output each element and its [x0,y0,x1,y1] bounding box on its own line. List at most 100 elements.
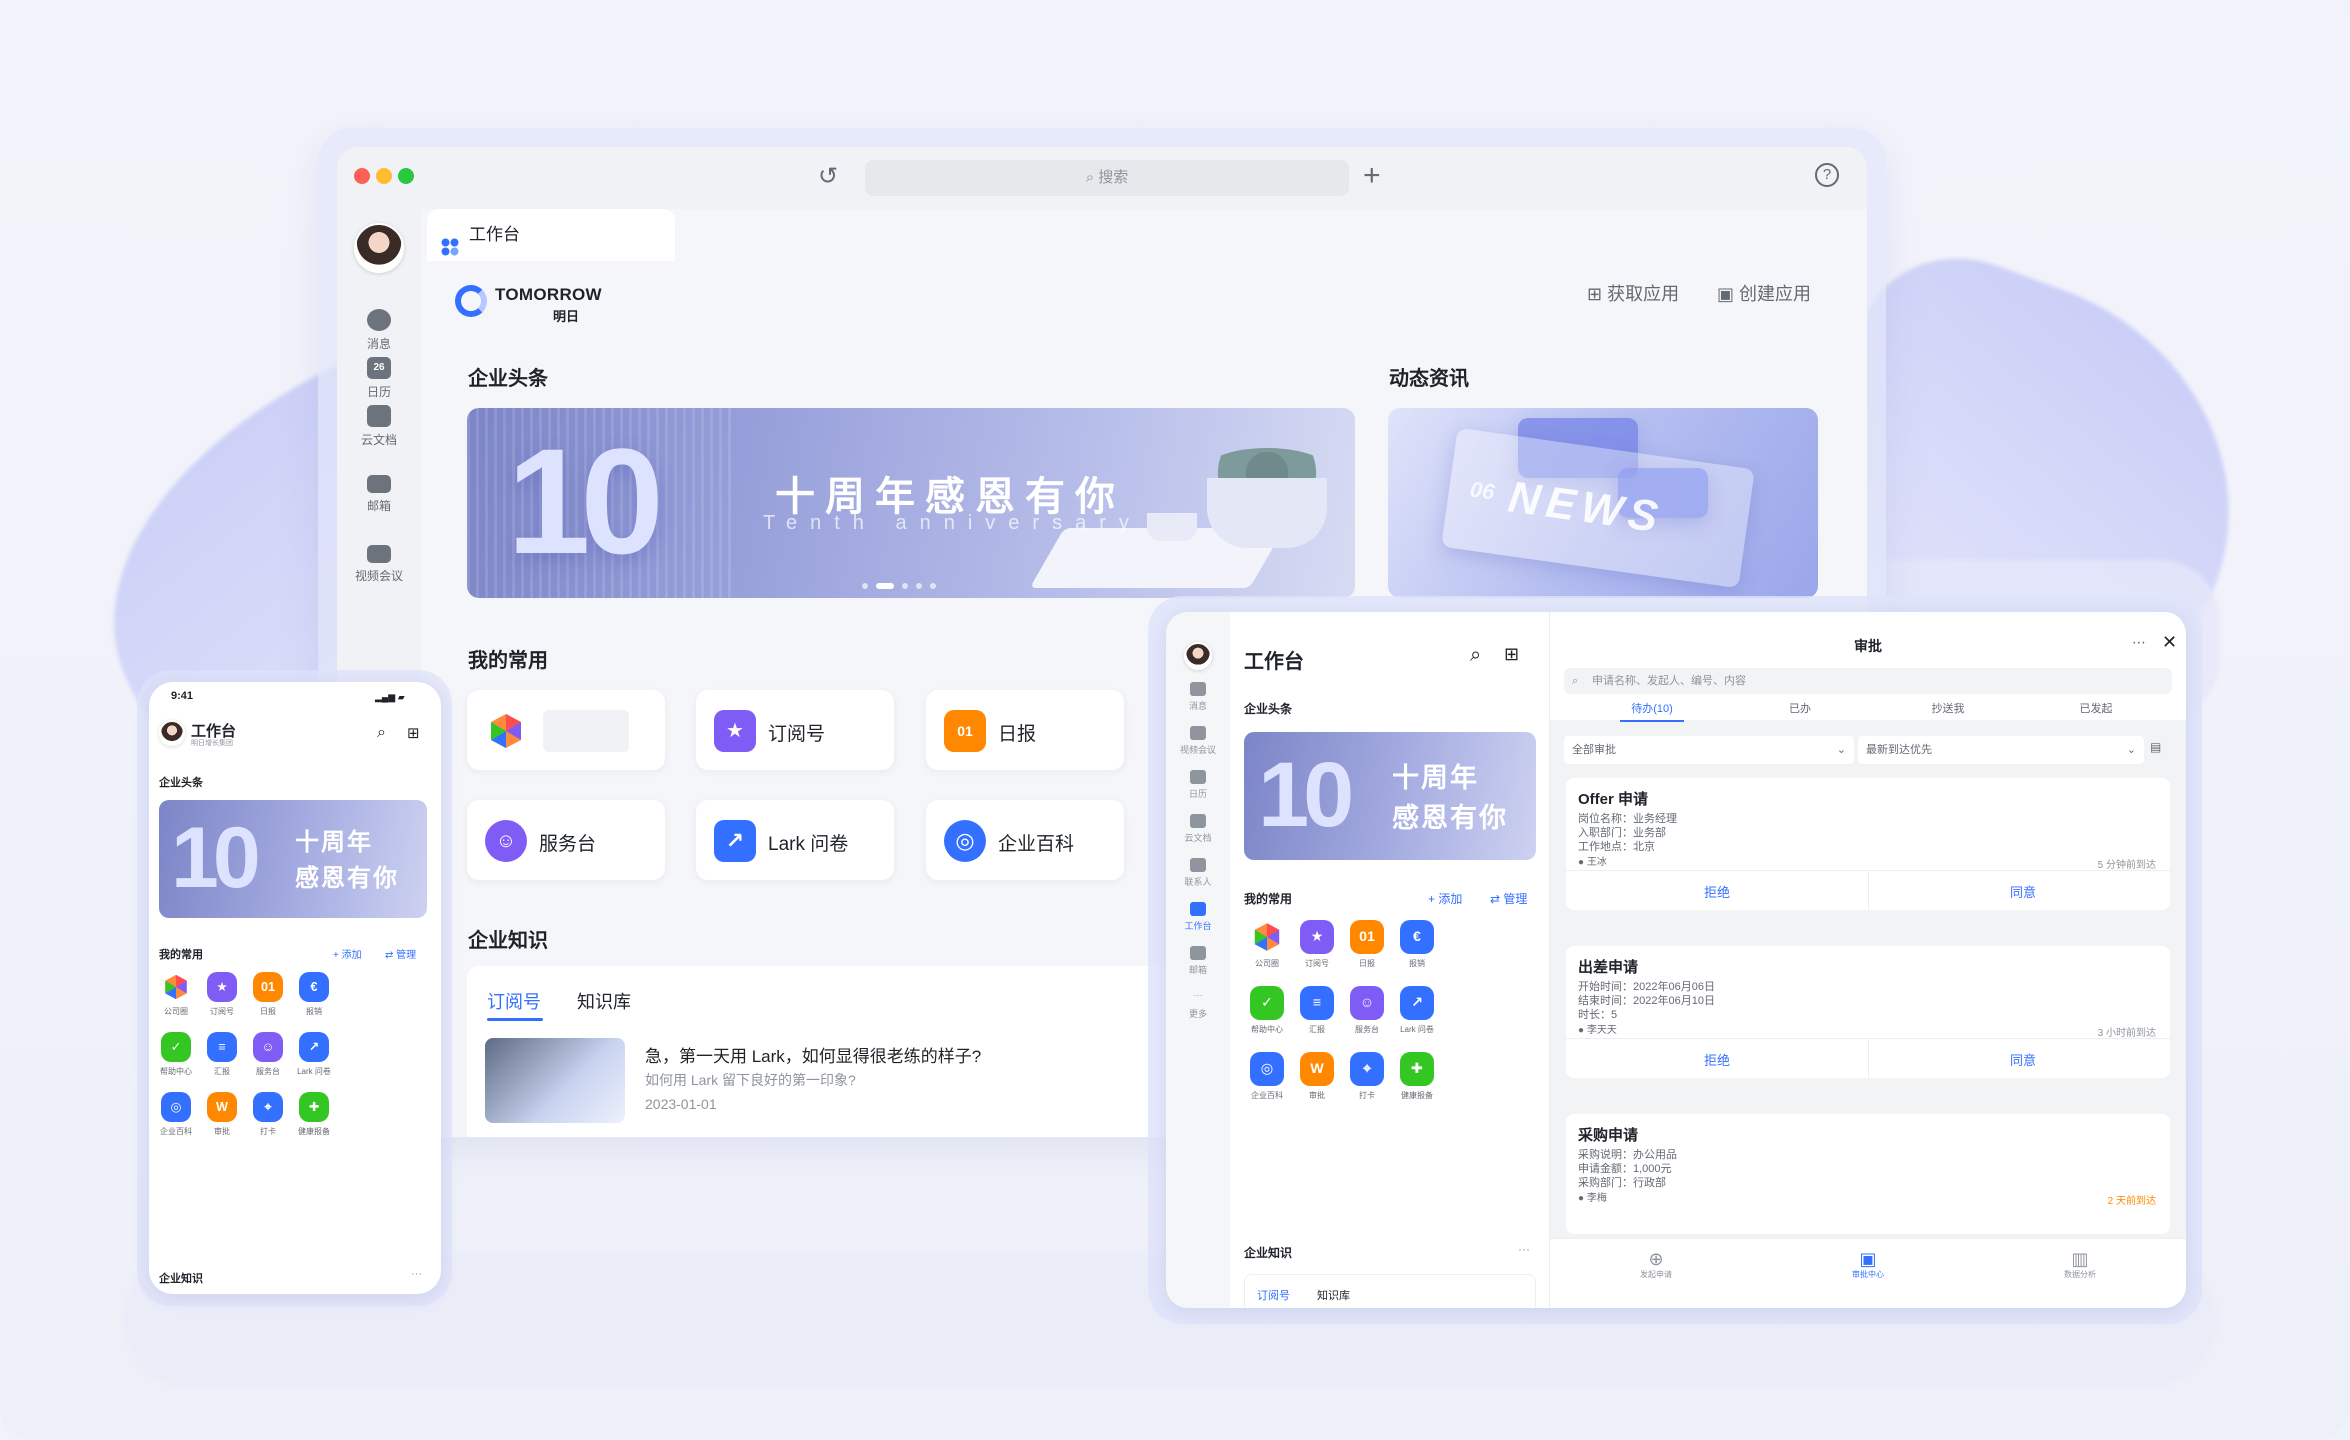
report-icon[interactable]: ≡ [207,1032,237,1062]
approval-tab[interactable]: 已办 [1750,700,1850,716]
tablet-nav-item[interactable]: ··· 更多 [1166,990,1230,1020]
tablet-tab-knowledge-base[interactable]: 知识库 [1317,1287,1350,1303]
app-card-service-desk[interactable]: ☺ 服务台 [467,800,665,880]
user-avatar[interactable] [354,223,404,273]
headline-banner[interactable]: 10 十周年感恩有你 Tenth anniversary [467,408,1355,598]
banner-pager[interactable] [862,583,936,589]
phone-add-button[interactable]: + 添加 [333,946,362,961]
global-search-input[interactable]: ⌕ 搜索 [865,160,1349,196]
nav-item-messages[interactable]: 消息 [337,309,421,352]
tablet-nav-item[interactable]: 视频会议 [1166,726,1230,756]
tablet-nav-item[interactable]: 邮箱 [1166,946,1230,976]
news-banner[interactable]: 06 NEWS [1388,408,1818,598]
tablet-nav-item[interactable]: 日历 [1166,770,1230,800]
nav-item-docs[interactable]: 云文档 [337,405,421,448]
help-center-icon[interactable]: ✓ [1250,986,1284,1020]
tablet-nav-item[interactable]: 云文档 [1166,814,1230,844]
article-thumbnail[interactable] [485,1038,625,1123]
tablet-banner[interactable]: 10 十周年 感恩有你 [1244,732,1536,860]
reject-button[interactable]: 拒绝 [1704,882,1730,901]
app-card-survey[interactable]: ↗ Lark 问卷 [696,800,894,880]
approval-tab[interactable]: 已发起 [2046,700,2146,716]
nav-item-mail[interactable]: 邮箱 [337,475,421,514]
wiki-icon[interactable]: ◎ [1250,1052,1284,1086]
agree-button[interactable]: 同意 [2010,1050,2036,1069]
survey-icon[interactable]: ↗ [1400,986,1434,1020]
tablet-add-button[interactable]: + 添加 [1428,890,1462,907]
check-in-icon[interactable]: ⌖ [253,1092,283,1122]
subscription-icon[interactable]: ★ [1300,920,1334,954]
approval-tab[interactable]: 待办(10) [1602,700,1702,716]
nav-item-video[interactable]: 视频会议 [337,545,421,584]
tablet-nav-item[interactable]: 工作台 [1166,902,1230,932]
article-title[interactable]: 急，第一天用 Lark，如何显得很老练的样子? [645,1042,981,1067]
approval-tab[interactable]: 抄送我 [1898,700,1998,716]
phone-banner[interactable]: 10 十周年 感恩有你 [159,800,427,918]
service-desk-icon[interactable]: ☺ [253,1032,283,1062]
health-report-icon[interactable]: ✚ [299,1092,329,1122]
survey-icon[interactable]: ↗ [299,1032,329,1062]
tab-knowledge-base[interactable]: 知识库 [577,988,631,1014]
tablet-manage-button[interactable]: ⇄ 管理 [1490,890,1527,907]
nav-item-calendar[interactable]: 26 日历 [337,357,421,400]
banner-pot [1207,478,1327,548]
bottom-tab[interactable]: ⊕ 发起申请 [1616,1249,1696,1280]
logo-text-en: TOMORROW [495,285,602,304]
tablet-avatar[interactable] [1184,642,1212,670]
company-circle-icon[interactable] [1250,920,1284,954]
daily-report-icon[interactable]: 01 [253,972,283,1002]
filter-icon[interactable]: ▤ [2150,740,2168,758]
app-card-hexagon[interactable] [467,690,665,770]
approval-search-input[interactable]: ⌕ 申请名称、发起人、编号、内容 [1564,668,2172,694]
expense-icon[interactable]: € [299,972,329,1002]
plus-icon[interactable]: + [1363,161,1381,191]
help-icon[interactable]: ? [1815,163,1839,187]
wiki-icon[interactable]: ◎ [161,1092,191,1122]
more-icon[interactable]: ··· [411,1268,422,1280]
daily-report-icon[interactable]: 01 [1350,920,1384,954]
search-icon[interactable]: ⌕ [1470,644,1481,667]
service-desk-icon[interactable]: ☺ [1350,986,1384,1020]
approval-card[interactable]: Offer 申请 岗位名称：业务经理 入职部门：业务部 工作地点：北京 ● 王冰 5 分钟… [1566,778,2170,910]
close-icon[interactable]: ✕ [2162,632,2177,653]
tablet-tab-subscription[interactable]: 订阅号 [1257,1287,1290,1303]
app-card-wiki[interactable]: ◎ 企业百科 [926,800,1124,880]
more-icon[interactable]: ⋯ [2132,634,2146,651]
approval-card[interactable]: 采购申请 采购说明：办公用品 申请金额：1,000元 采购部门：行政部 ● 李梅 2 天前… [1566,1114,2170,1234]
subscription-icon[interactable]: ★ [207,972,237,1002]
tablet-nav-item[interactable]: 消息 [1166,682,1230,712]
tab-subscription[interactable]: 订阅号 [487,988,541,1014]
approval-icon[interactable]: W [1300,1052,1334,1086]
history-icon[interactable]: ↺ [818,165,838,189]
minimize-window-button[interactable] [376,168,392,184]
health-report-icon[interactable]: ✚ [1400,1052,1434,1086]
bottom-tab[interactable]: ▣ 审批中心 [1828,1249,1908,1280]
app-card-subscription[interactable]: ★ 订阅号 [696,690,894,770]
approval-type-select[interactable]: 全部审批 ⌄ [1564,736,1854,764]
check-in-icon[interactable]: ⌖ [1350,1052,1384,1086]
approval-icon[interactable]: W [207,1092,237,1122]
company-circle-icon[interactable] [161,972,191,1002]
tablet-nav-item[interactable]: 联系人 [1166,858,1230,888]
tab-workbench[interactable]: 工作台 [427,209,675,261]
service-desk-icon: ☺ [485,820,527,862]
approval-card[interactable]: 出差申请 开始时间：2022年06月06日 结束时间：2022年06月10日 时长：5… [1566,946,2170,1078]
close-window-button[interactable] [354,168,370,184]
expense-icon[interactable]: € [1400,920,1434,954]
report-icon[interactable]: ≡ [1300,986,1334,1020]
reject-button[interactable]: 拒绝 [1704,1050,1730,1069]
apps-grid-icon[interactable]: ⊞ [407,724,420,742]
app-card-daily-report[interactable]: 01 日报 [926,690,1124,770]
create-app-button[interactable]: ▣ 创建应用 [1717,280,1811,306]
search-icon[interactable]: ⌕ [377,724,386,742]
more-icon[interactable]: ··· [1518,1242,1530,1256]
approval-sort-select[interactable]: 最新到达优先 ⌄ [1858,736,2144,764]
get-app-button[interactable]: ⊞ 获取应用 [1587,280,1679,306]
maximize-window-button[interactable] [398,168,414,184]
apps-grid-icon[interactable]: ⊞ [1504,644,1519,665]
agree-button[interactable]: 同意 [2010,882,2036,901]
phone-avatar[interactable] [159,720,185,746]
bottom-tab[interactable]: ▥ 数据分析 [2040,1249,2120,1280]
phone-manage-button[interactable]: ⇄ 管理 [385,946,416,961]
help-center-icon[interactable]: ✓ [161,1032,191,1062]
